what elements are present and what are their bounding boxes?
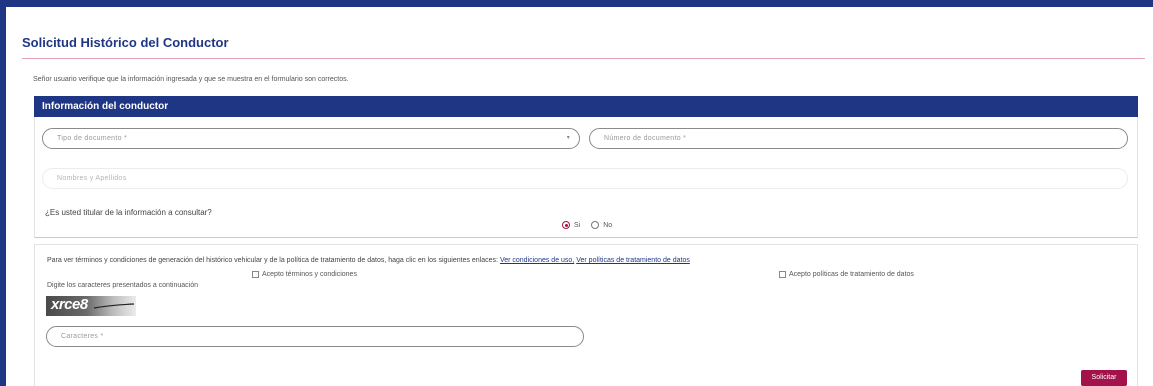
verification-notice: Señor usuario verifique que la informaci… [33,76,349,83]
document-type-placeholder: Tipo de documento * [57,135,128,142]
accept-policies-label: Acepto políticas de tratamiento de datos [789,271,914,278]
captcha-image: xrce8 [46,296,136,316]
top-accent-bar [0,0,1153,7]
terms-text: Para ver términos y condiciones de gener… [47,257,690,264]
policies-link[interactable]: Ver políticas de tratamiento de datos [576,257,690,264]
radio-si[interactable] [562,221,570,229]
section-header-driver-info: Información del conductor [34,96,1138,117]
accept-policies-checkbox[interactable]: Acepto políticas de tratamiento de datos [779,271,914,278]
captcha-label: Digite los caracteres presentados a cont… [47,282,198,289]
title-divider [22,58,1145,59]
conditions-link[interactable]: Ver condiciones de uso, [500,257,574,264]
accept-terms-label: Acepto términos y condiciones [262,271,357,278]
dropdown-arrow-icon: ▾ [566,135,570,141]
submit-button[interactable]: Solicitar [1081,370,1127,386]
holder-radio-group: Si No [562,221,612,229]
document-number-input[interactable]: Número de documento * [589,128,1128,149]
captcha-input-placeholder: Caracteres * [61,333,104,340]
holder-question: ¿Es usted titular de la información a co… [45,208,212,217]
terms-panel [34,244,1138,386]
accept-terms-checkbox[interactable]: Acepto términos y condiciones [252,271,357,278]
captcha-input[interactable]: Caracteres * [46,326,584,347]
accept-terms-box[interactable] [252,271,259,278]
document-number-placeholder: Número de documento * [604,135,687,142]
page-title: Solicitud Histórico del Conductor [22,35,229,50]
full-name-placeholder: Nombres y Apellidos [57,175,127,182]
accept-policies-box[interactable] [779,271,786,278]
radio-no-label: No [603,221,613,229]
captcha-noise-line [93,303,135,309]
radio-si-label: Si [574,221,581,229]
document-type-select[interactable]: Tipo de documento * ▾ [42,128,580,149]
radio-no[interactable] [591,221,600,229]
terms-description: Para ver términos y condiciones de gener… [47,257,498,264]
full-name-input[interactable]: Nombres y Apellidos [42,168,1128,189]
